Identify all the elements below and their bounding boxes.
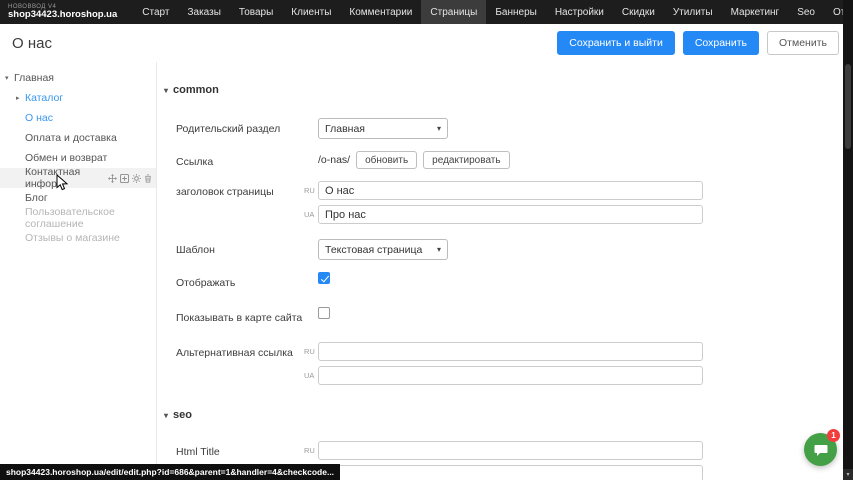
- sidebar-item-label: Блог: [25, 192, 48, 204]
- template-value: Текстовая страница: [325, 244, 422, 256]
- shop-domain: shop34423.horoshop.ua: [8, 10, 117, 20]
- chat-unread-badge: 1: [827, 429, 840, 442]
- sidebar-item-soglashenie[interactable]: Пользовательское соглашение: [0, 208, 156, 228]
- menu-item-discounts[interactable]: Скидки: [613, 0, 664, 24]
- sidebar-item-label: Пользовательское соглашение: [25, 206, 152, 230]
- gear-icon[interactable]: [132, 174, 141, 183]
- scroll-down-arrow-icon[interactable]: ▾: [843, 469, 853, 480]
- menu-item-comments[interactable]: Комментарии: [340, 0, 421, 24]
- sidebar-item-label: Отзывы о магазине: [25, 232, 120, 244]
- main-menu: Старт Заказы Товары Клиенты Комментарии …: [133, 0, 853, 24]
- move-icon[interactable]: [108, 174, 117, 183]
- section-seo-label: seo: [173, 409, 192, 421]
- pages-tree-sidebar: ▾ Главная ▸ Каталог О нас Оплата и доста…: [0, 62, 157, 480]
- lang-ua-tag: UA: [304, 371, 315, 380]
- html-title-ua-input[interactable]: [318, 465, 703, 480]
- page-title-ru-input[interactable]: [318, 181, 703, 200]
- page-edit-form: ▾ common Родительский раздел Главная ▾ С…: [158, 62, 843, 480]
- sidebar-item-label: Контактная инфор: [25, 166, 108, 190]
- chevron-down-icon: ▾: [164, 411, 168, 420]
- menu-item-utilities[interactable]: Утилиты: [664, 0, 722, 24]
- lang-ru-tag: RU: [304, 347, 315, 356]
- sidebar-item-label: Каталог: [25, 92, 63, 104]
- parent-section-value: Главная: [325, 123, 365, 135]
- html-title-label-text: Html Title: [176, 446, 220, 458]
- shop-brand[interactable]: НОВОВВОД V4 shop34423.horoshop.ua: [0, 4, 133, 20]
- sidebar-item-blog[interactable]: Блог: [0, 188, 156, 208]
- menu-item-start[interactable]: Старт: [133, 0, 178, 24]
- sidebar-item-glavnaya[interactable]: ▾ Главная: [0, 68, 156, 88]
- page-title-label: заголовок страницы: [176, 181, 304, 224]
- sidebar-item-obmen-i-vozvrat[interactable]: Обмен и возврат: [0, 148, 156, 168]
- sidebar-item-label: Главная: [14, 72, 54, 84]
- menu-item-pages[interactable]: Страницы: [421, 0, 486, 24]
- edit-link-button[interactable]: редактировать: [423, 151, 509, 169]
- page-title-ua-input[interactable]: [318, 205, 703, 224]
- lang-ru-tag: RU: [304, 446, 315, 455]
- sidebar-item-o-nas[interactable]: О нас: [0, 108, 156, 128]
- alt-link-label: Альтернативная ссылка: [176, 342, 304, 385]
- menu-item-seo[interactable]: Seo: [788, 0, 824, 24]
- template-label: Шаблон: [176, 239, 304, 260]
- page-header: О нас Сохранить и выйти Сохранить Отмени…: [0, 24, 843, 62]
- parent-section-label: Родительский раздел: [176, 118, 304, 139]
- menu-item-orders[interactable]: Заказы: [178, 0, 229, 24]
- save-button[interactable]: Сохранить: [683, 31, 759, 55]
- section-common-label: common: [173, 84, 219, 96]
- browser-status-bar: shop34423.horoshop.ua/edit/edit.php?id=6…: [0, 464, 340, 480]
- link-value: /o-nas/: [318, 154, 350, 166]
- sitemap-checkbox[interactable]: [318, 307, 330, 319]
- save-and-exit-button[interactable]: Сохранить и выйти: [557, 31, 675, 55]
- chevron-down-icon: ▾: [437, 124, 441, 133]
- display-checkbox[interactable]: [318, 272, 330, 284]
- scrollbar-thumb[interactable]: [845, 64, 851, 149]
- cancel-button[interactable]: Отменить: [767, 31, 839, 55]
- menu-item-marketing[interactable]: Маркетинг: [722, 0, 789, 24]
- page-title: О нас: [12, 35, 52, 52]
- html-title-ru-input[interactable]: [318, 441, 703, 460]
- section-seo-header[interactable]: ▾ seo: [164, 409, 843, 421]
- chevron-down-icon: ▾: [437, 245, 441, 254]
- sidebar-item-kontaktnaya-informaciya[interactable]: Контактная инфор: [0, 168, 156, 188]
- chat-bubble-icon: [813, 442, 829, 458]
- sidebar-item-label: О нас: [25, 112, 53, 124]
- sidebar-item-oplata-i-dostavka[interactable]: Оплата и доставка: [0, 128, 156, 148]
- add-page-icon[interactable]: [120, 174, 129, 183]
- sidebar-item-label: Оплата и доставка: [25, 132, 117, 144]
- menu-item-settings[interactable]: Настройки: [546, 0, 613, 24]
- chat-widget-button[interactable]: 1: [804, 433, 837, 466]
- topbar: НОВОВВОД V4 shop34423.horoshop.ua Старт …: [0, 0, 853, 24]
- refresh-link-button[interactable]: обновить: [356, 151, 417, 169]
- chevron-down-icon: ▾: [164, 86, 168, 95]
- menu-item-banners[interactable]: Баннеры: [486, 0, 545, 24]
- page-scrollbar[interactable]: ▾: [843, 0, 853, 480]
- template-select[interactable]: Текстовая страница ▾: [318, 239, 448, 260]
- chevron-down-icon: ▾: [5, 74, 9, 82]
- menu-item-products[interactable]: Товары: [230, 0, 282, 24]
- link-label: Ссылка: [176, 151, 304, 169]
- menu-item-clients[interactable]: Клиенты: [282, 0, 340, 24]
- lang-ru-tag: RU: [304, 186, 315, 195]
- trash-icon[interactable]: [144, 174, 152, 183]
- sitemap-label: Показывать в карте сайта: [176, 307, 304, 325]
- parent-section-select[interactable]: Главная ▾: [318, 118, 448, 139]
- lang-ua-tag: UA: [304, 210, 315, 219]
- section-common-header[interactable]: ▾ common: [164, 84, 843, 96]
- sidebar-item-otzyvy[interactable]: Отзывы о магазине: [0, 228, 156, 248]
- sidebar-item-label: Обмен и возврат: [25, 152, 107, 164]
- display-label: Отображать: [176, 272, 304, 290]
- alt-link-ru-input[interactable]: [318, 342, 703, 361]
- sidebar-item-katalog[interactable]: ▸ Каталог: [0, 88, 156, 108]
- alt-link-ua-input[interactable]: [318, 366, 703, 385]
- chevron-right-icon: ▸: [16, 94, 20, 102]
